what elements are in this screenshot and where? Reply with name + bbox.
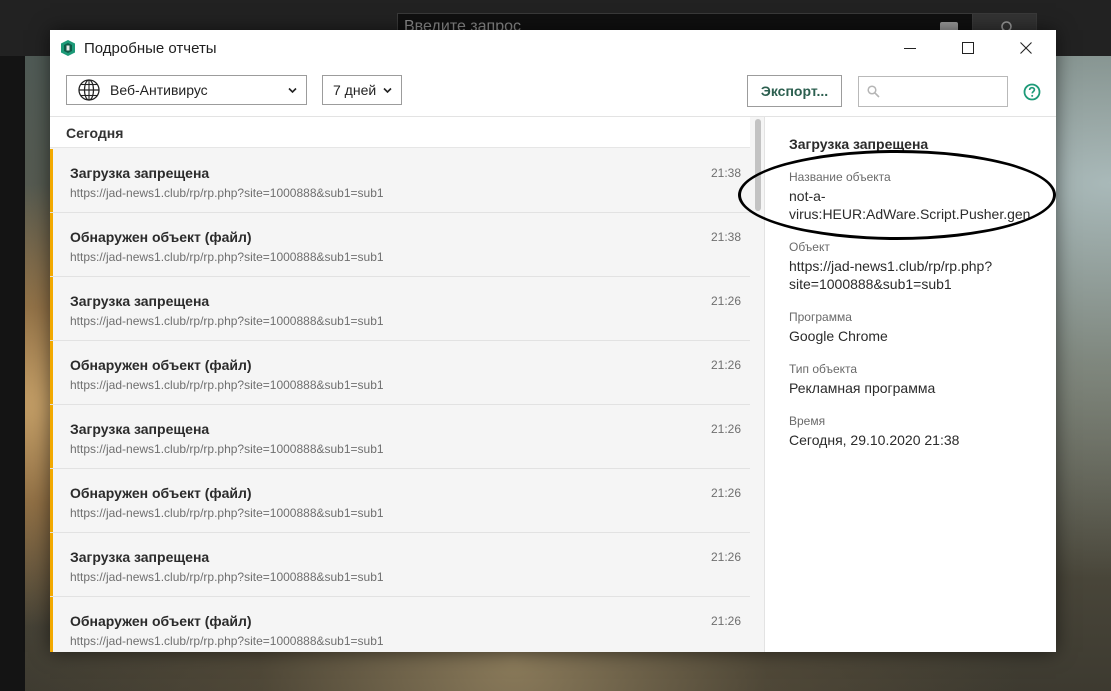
events-container: Загрузка запрещена https://jad-news1.clu… bbox=[50, 149, 764, 652]
event-title: Обнаружен объект (файл) bbox=[70, 357, 252, 373]
event-row[interactable]: Загрузка запрещена https://jad-news1.clu… bbox=[50, 405, 764, 469]
event-severity-bar bbox=[50, 149, 53, 212]
minimize-button[interactable] bbox=[881, 30, 939, 66]
search-field[interactable] bbox=[858, 76, 1008, 107]
event-title: Загрузка запрещена bbox=[70, 165, 210, 181]
event-time: 21:26 bbox=[711, 294, 742, 308]
event-url: https://jad-news1.club/rp/rp.php?site=10… bbox=[70, 506, 384, 520]
section-header: Сегодня bbox=[50, 117, 764, 148]
toolbar: Веб-Антивирус 7 дней Экспорт... bbox=[50, 67, 1056, 117]
maximize-icon bbox=[962, 42, 974, 54]
event-severity-bar bbox=[50, 341, 53, 404]
event-time: 21:26 bbox=[711, 486, 742, 500]
event-severity-bar bbox=[50, 277, 53, 340]
event-title: Обнаружен объект (файл) bbox=[70, 485, 252, 501]
maximize-button[interactable] bbox=[939, 30, 997, 66]
background-strip bbox=[0, 56, 25, 691]
component-select[interactable]: Веб-Антивирус bbox=[66, 75, 307, 105]
time-label: Время bbox=[789, 414, 826, 428]
period-select-value: 7 дней bbox=[333, 82, 377, 98]
window-title: Подробные отчеты bbox=[84, 40, 217, 57]
event-severity-bar bbox=[50, 405, 53, 468]
event-row[interactable]: Обнаружен объект (файл) https://jad-news… bbox=[50, 597, 764, 652]
event-row[interactable]: Обнаружен объект (файл) https://jad-news… bbox=[50, 341, 764, 405]
object-name-label: Название объекта bbox=[789, 170, 891, 184]
details-title: Загрузка запрещена bbox=[789, 136, 929, 152]
event-title: Загрузка запрещена bbox=[70, 293, 210, 309]
event-row[interactable]: Обнаружен объект (файл) https://jad-news… bbox=[50, 469, 764, 533]
event-url: https://jad-news1.club/rp/rp.php?site=10… bbox=[70, 378, 384, 392]
event-severity-bar bbox=[50, 469, 53, 532]
chevron-down-icon bbox=[288, 87, 297, 94]
object-label: Объект bbox=[789, 240, 830, 254]
chevron-down-icon bbox=[383, 87, 392, 94]
event-title: Обнаружен объект (файл) bbox=[70, 613, 252, 629]
object-value: https://jad-news1.club/rp/rp.php?site=10… bbox=[789, 258, 993, 292]
event-url: https://jad-news1.club/rp/rp.php?site=10… bbox=[70, 634, 384, 648]
title-bar[interactable]: Подробные отчеты bbox=[50, 30, 1056, 67]
event-time: 21:26 bbox=[711, 550, 742, 564]
component-select-value: Веб-Антивирус bbox=[110, 82, 208, 98]
object-name-value: not-a-virus:HEUR:AdWare.Script.Pusher.ge… bbox=[789, 188, 1031, 222]
event-time: 21:26 bbox=[711, 614, 742, 628]
event-url: https://jad-news1.club/rp/rp.php?site=10… bbox=[70, 186, 384, 200]
event-row[interactable]: Обнаружен объект (файл) https://jad-news… bbox=[50, 213, 764, 277]
application-label: Программа bbox=[789, 310, 852, 324]
export-button[interactable]: Экспорт... bbox=[747, 75, 842, 107]
close-button[interactable] bbox=[997, 30, 1055, 66]
search-input[interactable] bbox=[883, 77, 1005, 106]
event-url: https://jad-news1.club/rp/rp.php?site=10… bbox=[70, 250, 384, 264]
event-severity-bar bbox=[50, 597, 53, 652]
event-severity-bar bbox=[50, 213, 53, 276]
event-time: 21:26 bbox=[711, 422, 742, 436]
minimize-icon bbox=[904, 48, 916, 49]
scrollbar-thumb[interactable] bbox=[755, 119, 761, 211]
event-row[interactable]: Загрузка запрещена https://jad-news1.clu… bbox=[50, 149, 764, 213]
event-url: https://jad-news1.club/rp/rp.php?site=10… bbox=[70, 442, 384, 456]
event-row[interactable]: Загрузка запрещена https://jad-news1.clu… bbox=[50, 533, 764, 597]
section-header-label: Сегодня bbox=[66, 125, 124, 141]
event-title: Загрузка запрещена bbox=[70, 421, 210, 437]
details-pane: Загрузка запрещена Название объекта not-… bbox=[764, 117, 1056, 652]
application-value: Google Chrome bbox=[789, 328, 888, 344]
globe-icon bbox=[78, 79, 100, 101]
event-time: 21:38 bbox=[711, 166, 742, 180]
object-type-label: Тип объекта bbox=[789, 362, 858, 376]
kaspersky-logo-icon bbox=[61, 40, 75, 56]
event-row[interactable]: Загрузка запрещена https://jad-news1.clu… bbox=[50, 277, 764, 341]
event-time: 21:38 bbox=[711, 230, 742, 244]
detailed-reports-window: Подробные отчеты Веб-Антивирус 7 дней Эк… bbox=[50, 30, 1056, 652]
help-icon[interactable] bbox=[1023, 83, 1041, 101]
event-title: Обнаружен объект (файл) bbox=[70, 229, 252, 245]
time-value: Сегодня, 29.10.2020 21:38 bbox=[789, 432, 960, 448]
object-type-value: Рекламная программа bbox=[789, 380, 936, 396]
close-icon bbox=[1020, 42, 1032, 54]
event-title: Загрузка запрещена bbox=[70, 549, 210, 565]
period-select[interactable]: 7 дней bbox=[322, 75, 402, 105]
event-time: 21:26 bbox=[711, 358, 742, 372]
events-list[interactable]: Сегодня Загрузка запрещена https://jad-n… bbox=[50, 117, 764, 652]
event-severity-bar bbox=[50, 533, 53, 596]
search-icon bbox=[867, 85, 880, 98]
event-url: https://jad-news1.club/rp/rp.php?site=10… bbox=[70, 570, 384, 584]
event-url: https://jad-news1.club/rp/rp.php?site=10… bbox=[70, 314, 384, 328]
